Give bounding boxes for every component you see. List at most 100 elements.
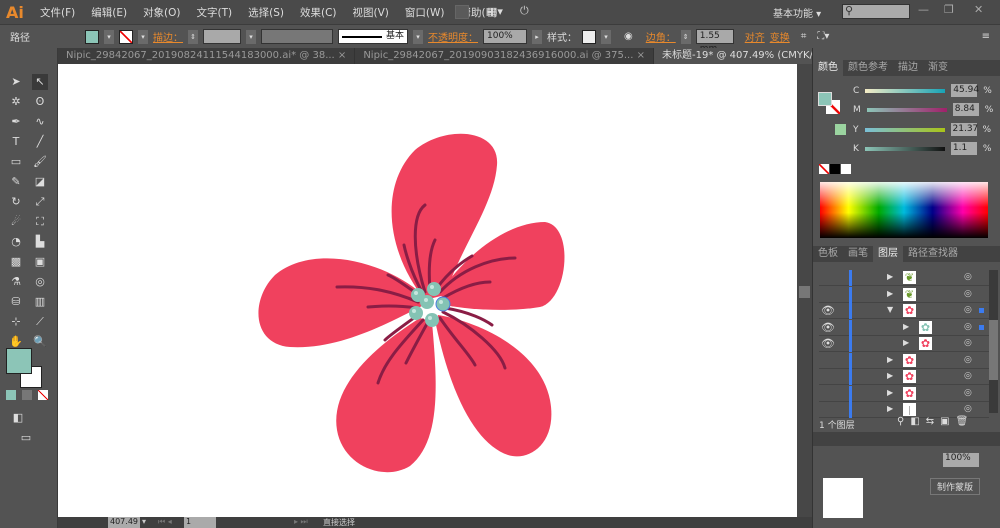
slider-track[interactable] [864, 146, 945, 151]
tab-color-guide[interactable]: 颜色参考 [843, 60, 893, 76]
visibility-eye-icon[interactable]: 👁 [821, 304, 835, 317]
expand-right-icon[interactable]: ▶ [887, 289, 893, 298]
stroke-weight-stepper[interactable]: ⇕ [188, 29, 198, 44]
brush-definition[interactable]: 基本 [338, 29, 408, 44]
color-mode-icon[interactable] [6, 390, 16, 400]
close-tab-icon[interactable]: × [338, 50, 346, 61]
artboard-page-input[interactable]: 1 [184, 517, 216, 528]
slider-value-input[interactable]: 21.37 [950, 123, 978, 136]
blend-tool-icon[interactable]: ◎ [32, 274, 48, 290]
graphic-style-swatch[interactable] [582, 29, 596, 44]
screen-mode-icon[interactable]: ▭ [18, 430, 34, 446]
visibility-eye-icon[interactable]: 👁 [821, 321, 835, 334]
layer-row[interactable]: ▶ ✿ ◎ [819, 369, 989, 385]
opacity-input[interactable]: 100% [483, 29, 527, 44]
bridge-icon[interactable] [455, 5, 469, 19]
gradient-tool-icon[interactable]: ▣ [32, 254, 48, 270]
target-icon[interactable]: ◎ [964, 371, 972, 381]
corner-input[interactable]: 1.55 mm [695, 29, 734, 54]
slider-value-input[interactable]: 8.84 [952, 103, 979, 116]
brush-dropdown[interactable]: ▾ [413, 29, 423, 44]
style-dropdown[interactable]: ▾ [601, 29, 611, 44]
make-mask-button[interactable]: 制作蒙版 [930, 478, 981, 495]
layer-row[interactable]: 👁 ▼ ✿ ◎ [819, 303, 989, 319]
scrollbar-thumb[interactable] [799, 286, 810, 298]
slider-track[interactable] [866, 107, 947, 112]
layer-row[interactable]: ▶ ✿ ◎ [819, 352, 989, 369]
scrollbar-thumb[interactable] [989, 320, 998, 380]
type-tool-icon[interactable]: T [8, 134, 24, 150]
expand-right-icon[interactable]: ▶ [887, 404, 893, 413]
stroke-weight-dropdown[interactable]: ▾ [246, 29, 256, 44]
magenta-slider[interactable]: M 8.84% [853, 103, 993, 116]
expand-right-icon[interactable]: ▶ [887, 371, 893, 380]
layer-row[interactable]: ▶ ✿ ◎ [819, 385, 989, 402]
target-icon[interactable]: ◎ [964, 272, 972, 282]
current-tool-label[interactable]: 直接选择 [323, 517, 355, 528]
tab-color[interactable]: 颜色 [813, 60, 843, 76]
menu-effect[interactable]: 效果(C) [292, 5, 345, 20]
close-button[interactable]: ✕ [974, 3, 983, 16]
layer-row[interactable]: ▶ ❦ ◎ [819, 286, 989, 303]
target-icon[interactable]: ◎ [964, 289, 972, 299]
gradient-mode-icon[interactable] [22, 390, 32, 400]
warp-tool-icon[interactable]: ☄ [8, 214, 24, 230]
opacity-label[interactable]: 不透明度： [428, 29, 478, 44]
expand-down-icon[interactable]: ▼ [887, 305, 893, 314]
target-icon[interactable]: ◎ [964, 338, 972, 348]
line-tool-icon[interactable]: ╱ [32, 134, 48, 150]
corner-stepper[interactable]: ⇕ [680, 29, 691, 44]
stroke-weight-input[interactable] [203, 29, 241, 44]
selection-tool-icon[interactable]: ➤ [8, 74, 24, 90]
menu-type[interactable]: 文字(T) [189, 5, 241, 20]
symbol-sprayer-tool-icon[interactable]: ⛁ [8, 294, 24, 310]
rectangle-tool-icon[interactable]: ▭ [8, 154, 24, 170]
opacity-flyout[interactable]: ▸ [532, 29, 542, 44]
menu-edit[interactable]: 编辑(E) [83, 5, 135, 20]
slice-tool-icon[interactable]: ⟋ [32, 314, 48, 330]
layer-actions[interactable]: ⚲◧⇆▣🗑 [897, 416, 974, 427]
menu-file[interactable]: 文件(F) [32, 5, 83, 20]
fill-color-box[interactable] [6, 348, 32, 374]
yellow-slider[interactable]: Y 21.37% [853, 123, 991, 136]
tab-layers[interactable]: 图层 [873, 246, 903, 262]
mesh-tool-icon[interactable]: ▩ [8, 254, 24, 270]
next-artboard-button[interactable]: ▸ ⏭ [294, 517, 308, 527]
color-spectrum[interactable] [820, 182, 988, 238]
layer-row[interactable]: 👁 ▶ ✿ ◎ [819, 336, 989, 352]
slider-value-input[interactable]: 1.1 [950, 142, 977, 155]
menu-window[interactable]: 窗口(W) [397, 5, 453, 20]
tab-document-1[interactable]: Nipic_29842067_20190824111544183000.ai* … [58, 48, 356, 64]
visibility-eye-icon[interactable]: 👁 [821, 337, 835, 350]
fill-swatch[interactable] [85, 29, 99, 44]
layer-row[interactable]: 👁 ▶ ✿ ◎ [819, 319, 989, 336]
none-mode-icon[interactable] [38, 390, 48, 400]
expand-right-icon[interactable]: ▶ [887, 355, 893, 364]
vertical-scrollbar[interactable] [797, 64, 812, 517]
shape-builder-tool-icon[interactable]: ◔ [8, 234, 24, 250]
expand-right-icon[interactable]: ▶ [887, 388, 893, 397]
align-link[interactable]: 对齐 [745, 29, 765, 44]
pen-tool-icon[interactable]: ✒ [8, 114, 24, 130]
target-icon[interactable]: ◎ [964, 322, 972, 332]
first-artboard-button[interactable]: ⏮ ◂ [158, 517, 172, 527]
variable-width-profile[interactable] [261, 29, 333, 44]
drawing-mode-icon[interactable]: ◧ [10, 410, 26, 426]
scale-tool-icon[interactable]: ⤢ [32, 194, 48, 210]
column-graph-tool-icon[interactable]: ▥ [32, 294, 48, 310]
artboard-tool-icon[interactable]: ⊹ [8, 314, 24, 330]
target-icon[interactable]: ◎ [964, 355, 972, 365]
curvature-tool-icon[interactable]: ∿ [32, 114, 48, 130]
minimize-button[interactable]: — [918, 3, 929, 16]
lasso-tool-icon[interactable]: ʘ [32, 94, 48, 110]
tab-swatches[interactable]: 色板 [813, 246, 843, 262]
tab-gradient[interactable]: 渐变 [923, 60, 953, 76]
rotate-tool-icon[interactable]: ↻ [8, 194, 24, 210]
layer-row[interactable]: ▶ ❦ ◎ [819, 270, 989, 286]
transparency-opacity-input[interactable]: 100% [943, 453, 979, 467]
zoom-dropdown[interactable]: ▾ [142, 517, 146, 526]
artboard-canvas[interactable] [58, 64, 797, 517]
stroke-dropdown[interactable]: ▾ [138, 29, 148, 44]
cyan-slider[interactable]: C 45.94% [853, 84, 992, 97]
slider-track[interactable] [865, 88, 946, 93]
